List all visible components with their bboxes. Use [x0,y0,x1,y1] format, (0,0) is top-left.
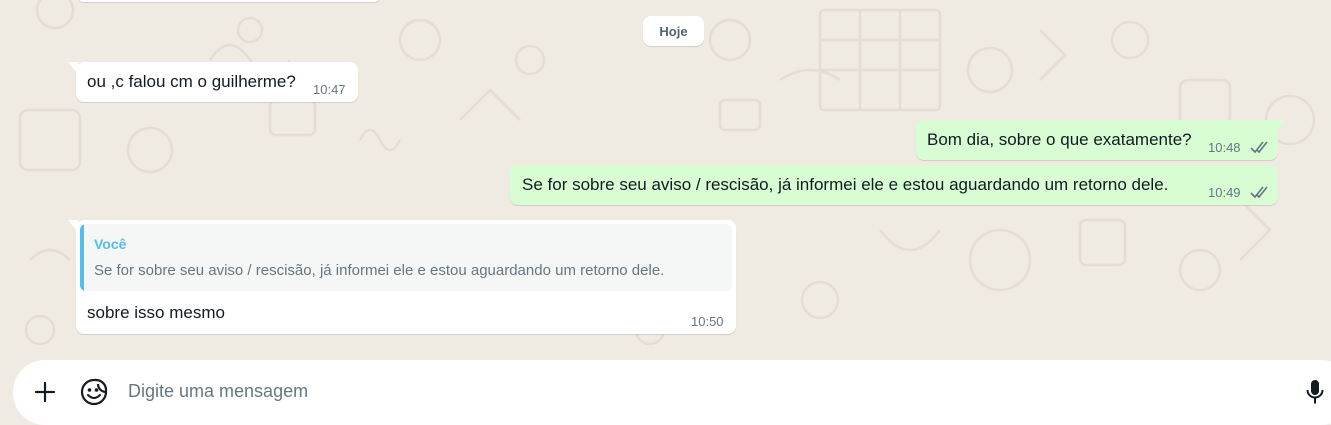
message-bubble-outgoing[interactable]: Se for sobre seu aviso / rescisão, já in… [510,165,1278,205]
date-separator: Hoje [643,16,704,46]
message-time: 10:49 [1208,185,1241,200]
bubble-tail [1276,120,1286,132]
message-composer [13,360,1331,425]
quoted-text: Se for sobre seu aviso / rescisão, já in… [94,262,665,279]
double-check-icon [1250,186,1268,199]
quoted-message[interactable]: Você Se for sobre seu aviso / rescisão, … [80,224,732,291]
bubble-tail [68,62,78,74]
double-check-icon [1250,141,1268,154]
message-input[interactable] [128,381,1228,402]
message-bubble-outgoing[interactable]: Bom dia, sobre o que exatamente? 10:48 [916,120,1286,160]
message-text: ou ,c falou cm o guilherme? [87,72,296,91]
bubble-tail [68,220,78,232]
message-time: 10:50 [691,314,724,329]
quoted-author: Você [94,236,127,252]
quote-accent-bar [80,224,84,291]
message-bubble-incoming-reply[interactable]: Você Se for sobre seu aviso / rescisão, … [68,220,736,334]
message-text: Bom dia, sobre o que exatamente? [927,130,1192,149]
message-bubble-incoming[interactable]: ou ,c falou cm o guilherme? 10:47 [68,62,358,102]
plus-icon[interactable] [29,376,61,408]
message-text: sobre isso mesmo [87,303,225,322]
previous-message-bubble [78,0,380,2]
message-time: 10:47 [313,82,346,97]
sticker-icon[interactable] [78,376,110,408]
message-time: 10:48 [1208,140,1241,155]
microphone-icon[interactable] [1301,376,1329,408]
message-text: Se for sobre seu aviso / rescisão, já in… [522,175,1169,194]
